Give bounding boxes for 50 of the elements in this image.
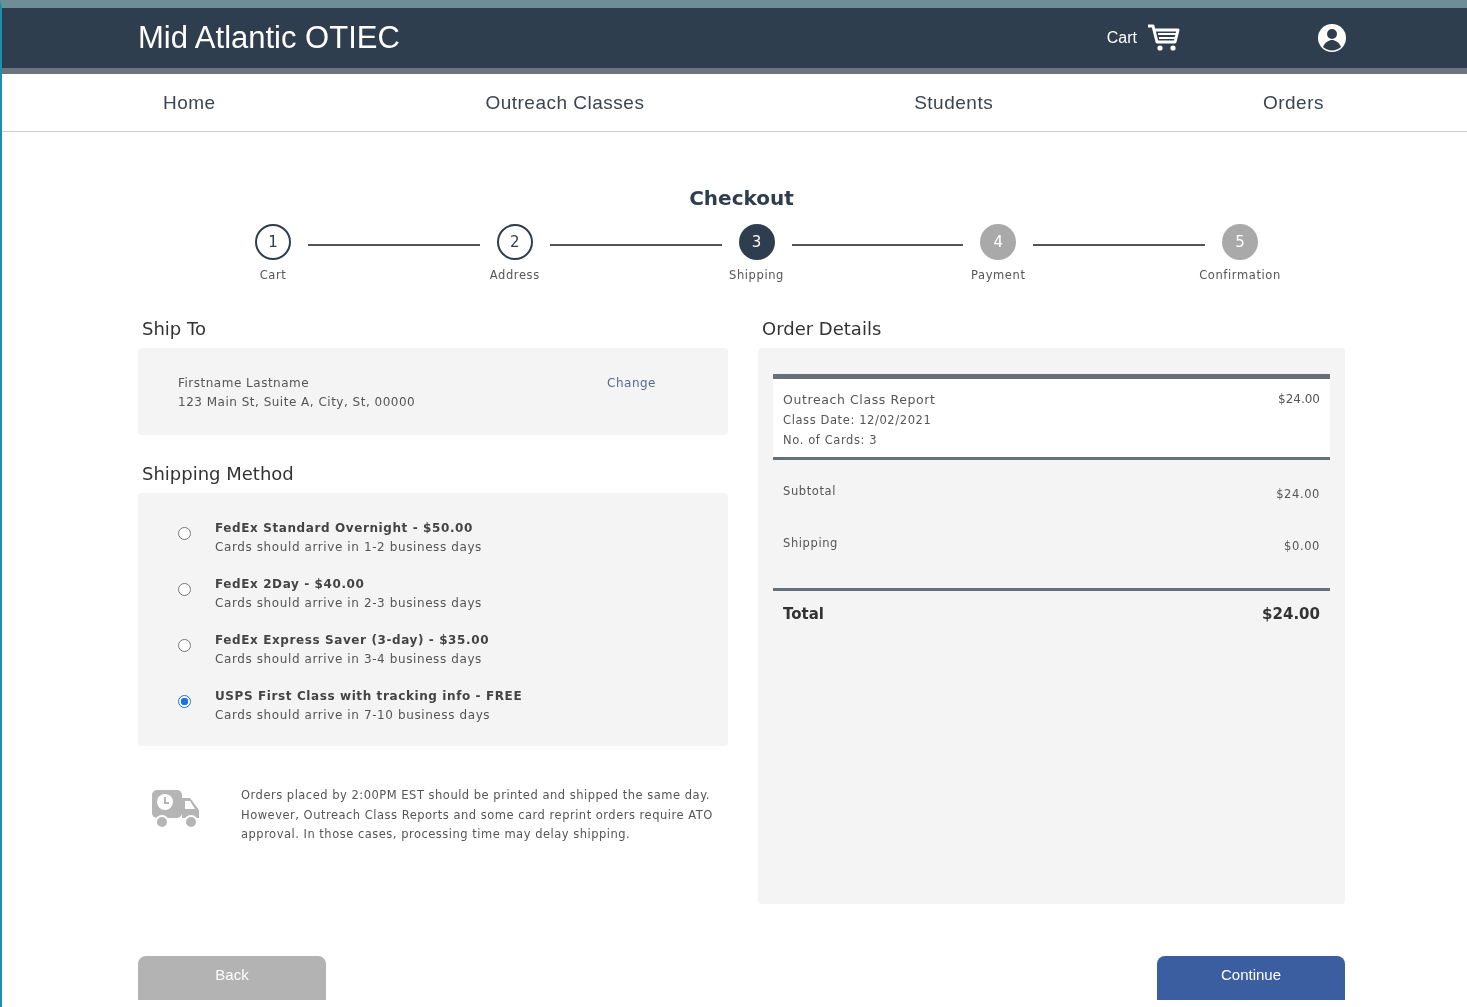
address-text: 123 Main St, Suite A, City, St, 00000 [178,395,416,409]
item-name: Outreach Class Report [783,392,936,407]
step-circle: 4 [980,224,1017,260]
section-heading: Order Details [762,318,883,339]
option-title: FedEx 2Day - $40.00 [215,577,366,591]
step-circle: 3 [738,224,775,260]
radio-button[interactable] [178,695,191,708]
shipping-amount: $0.00 [1284,539,1320,553]
step-label: Cart [259,268,287,282]
section-heading: Ship To [142,318,207,339]
page-title: Checkout [688,186,795,210]
recipient-name: Firstname Lastname [178,376,311,390]
shipping-notice: Orders placed by 2:00PM EST should be printed and shipped the same day. However, Outreach Class Reports and some card reprint orders require ATO approval. In those cases, processing time may delay shipping. [241,787,714,843]
step-circle: 2 [496,224,533,260]
cart-link[interactable]: Cart [1106,23,1181,53]
nav-link[interactable]: Orders [1262,91,1324,114]
card-count: No. of Cards: 3 [783,433,879,447]
option-title: USPS First Class with tracking info - FREE [215,689,523,703]
step-circle: 5 [1222,224,1258,260]
step-circle: 1 [255,224,291,260]
total-amount: $24.00 [1262,605,1320,623]
step-label: Address [489,268,540,282]
class-date: Class Date: 12/02/2021 [783,413,933,427]
radio-button[interactable] [178,639,191,652]
site-title: Mid Atlantic OTIEC [138,20,401,56]
option-detail: Cards should arrive in 1-2 business days [215,540,482,554]
option-detail: Cards should arrive in 3-4 business days [215,652,483,666]
option-detail: Cards should arrive in 2-3 business days [215,596,482,610]
item-price: $24.00 [1278,392,1320,408]
nav-link[interactable]: Home [163,91,216,114]
section-heading: Shipping Method [142,463,295,484]
radio-button[interactable] [178,527,191,540]
delivery-truck-icon [151,788,201,830]
option-title: FedEx Standard Overnight - $50.00 [215,521,474,535]
option-detail: Cards should arrive in 7-10 business days [215,708,492,722]
option-title: FedEx Express Saver (3-day) - $35.00 [215,633,490,647]
total-label: Total [783,605,824,623]
step-label: Confirmation [1199,268,1281,282]
nav-link[interactable]: Students [914,91,994,114]
step-label: Shipping [729,268,784,282]
radio-button[interactable] [178,583,191,596]
continue-button[interactable]: Continue [1157,956,1345,1000]
nav-link[interactable]: Outreach Classes [485,91,645,114]
step-label: Payment [970,268,1026,282]
user-account-icon[interactable] [1317,23,1347,53]
change-link[interactable]: Change [607,376,656,409]
subtotal-amount: $24.00 [1276,487,1320,501]
subtotal-label: Subtotal [783,484,836,498]
cart-icon [1147,23,1181,53]
shipping-label: Shipping [783,536,838,550]
